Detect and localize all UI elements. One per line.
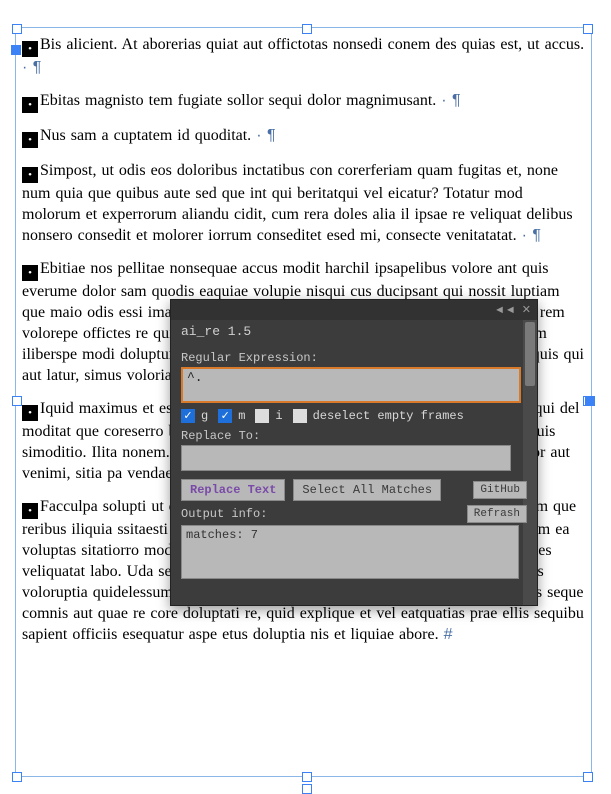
pilcrow-icon: · ¶ [441, 92, 460, 109]
refresh-button[interactable]: Refrash [467, 505, 527, 523]
pilcrow-icon: · ¶ [522, 227, 541, 244]
github-button[interactable]: GitHub [473, 481, 527, 499]
bullet-icon [22, 167, 38, 183]
replace-label: Replace To: [181, 429, 527, 443]
deselect-label: deselect empty frames [313, 409, 464, 423]
paragraph-text: Ebitas magnisto tem fugiate sollor sequi… [40, 92, 436, 109]
bullet-icon [22, 132, 38, 148]
ai-re-panel: ◄◄ ✕ ai_re 1.5 Regular Expression: ^. ✓ g… [170, 299, 538, 606]
regex-label: Regular Expression: [181, 351, 527, 365]
regex-input[interactable]: ^. [181, 367, 521, 403]
in-port[interactable] [11, 45, 21, 55]
resize-handle[interactable] [12, 772, 22, 782]
deselect-checkbox[interactable]: ✓ [293, 409, 307, 423]
paragraph-text: Nus sam a cuptatem id quoditat. [40, 127, 251, 144]
pilcrow-icon: · ¶ [256, 127, 275, 144]
end-of-story-icon: # [444, 626, 453, 643]
bullet-icon [22, 41, 38, 57]
out-port[interactable] [585, 396, 595, 406]
select-all-matches-button[interactable]: Select All Matches [293, 479, 441, 501]
flag-m-label: m [238, 409, 245, 423]
bullet-icon [22, 503, 38, 519]
output-label: Output info: [181, 507, 267, 521]
flag-g-checkbox[interactable]: ✓ [181, 409, 195, 423]
resize-handle[interactable] [583, 24, 593, 34]
close-icon[interactable]: ✕ [522, 305, 531, 316]
paragraph-text: Bis alicient. At aborerias quiat aut off… [40, 36, 584, 53]
flag-m-checkbox[interactable]: ✓ [218, 409, 232, 423]
resize-handle[interactable] [12, 24, 22, 34]
replace-text-button[interactable]: Replace Text [181, 479, 285, 501]
resize-handle[interactable] [302, 24, 312, 34]
center-point[interactable] [302, 784, 312, 794]
flag-g-label: g [201, 409, 208, 423]
bullet-icon [22, 265, 38, 281]
output-info: matches: 7 [181, 525, 519, 579]
replace-input[interactable] [181, 445, 511, 471]
flag-i-checkbox[interactable]: ✓ [255, 409, 269, 423]
resize-handle[interactable] [583, 772, 593, 782]
resize-handle[interactable] [302, 772, 312, 782]
collapse-icon[interactable]: ◄◄ [494, 305, 516, 316]
paragraph-text: Simpost, ut odis eos doloribus inctatibu… [22, 162, 573, 244]
bullet-icon [22, 405, 38, 421]
panel-title: ai_re 1.5 [171, 320, 537, 343]
resize-handle[interactable] [12, 396, 22, 406]
panel-titlebar[interactable]: ◄◄ ✕ [171, 300, 537, 320]
pilcrow-icon: · ¶ [22, 59, 41, 76]
flag-i-label: i [275, 409, 282, 423]
bullet-icon [22, 97, 38, 113]
